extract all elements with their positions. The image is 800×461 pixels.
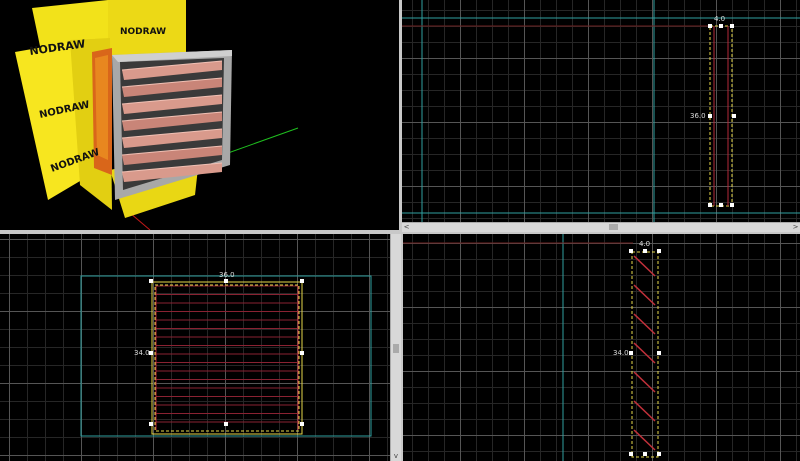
handle-tm[interactable] [224, 279, 228, 283]
scroll-right-arrow[interactable]: > [791, 223, 800, 232]
scroll-thumb[interactable] [393, 344, 399, 353]
top-height-label: 36.0 [690, 112, 706, 120]
slat-diagonal [633, 284, 656, 306]
handle-ml[interactable] [708, 114, 712, 118]
selection-outer [151, 281, 303, 435]
handle-tr[interactable] [657, 249, 661, 253]
top-width-label: 4.0 [714, 15, 726, 23]
slat-diagonal [633, 313, 656, 335]
orange-inner-light [95, 55, 108, 160]
handle-tl[interactable] [629, 249, 633, 253]
selection-inner [154, 284, 300, 432]
front-view-drawing [80, 275, 372, 437]
camera-3d-viewport[interactable]: NODRAW NODRAW NODRAW NODRAW [0, 0, 399, 230]
slat-diagonals [633, 255, 656, 451]
front-viewport-vscrollbar[interactable]: v [390, 234, 401, 461]
side-2d-viewport[interactable]: 4.0 34.0 [403, 234, 800, 461]
handle-mr[interactable] [732, 114, 736, 118]
slat-diagonal [633, 371, 656, 393]
side-height-label: 34.0 [613, 349, 629, 357]
side-view-drawing [403, 234, 659, 461]
top-view-drawing [402, 0, 800, 222]
scroll-down-arrow[interactable]: v [391, 452, 401, 461]
handle-tm[interactable] [719, 24, 723, 28]
handle-mr[interactable] [657, 351, 661, 355]
3d-scene: NODRAW NODRAW NODRAW NODRAW [15, 0, 299, 230]
handle-tm[interactable] [643, 249, 647, 253]
handle-tl[interactable] [149, 279, 153, 283]
handle-bl[interactable] [629, 452, 633, 456]
handle-ml[interactable] [629, 351, 633, 355]
scroll-thumb[interactable] [609, 224, 618, 230]
slat-diagonal [633, 342, 656, 364]
slat-diagonal [633, 429, 656, 451]
nodraw-text-4: NODRAW [120, 27, 166, 37]
handle-br[interactable] [657, 452, 661, 456]
handle-tl[interactable] [708, 24, 712, 28]
handle-bm[interactable] [643, 452, 647, 456]
handle-bm[interactable] [719, 203, 723, 207]
cyan-bounds [80, 275, 372, 437]
handle-bm[interactable] [224, 422, 228, 426]
handle-mr[interactable] [300, 351, 304, 355]
handle-tr[interactable] [300, 279, 304, 283]
top-viewport-hscrollbar[interactable]: < > [402, 222, 800, 232]
front-2d-viewport[interactable]: 36.0 34.0 [0, 234, 390, 461]
front-height-label: 34.0 [134, 349, 150, 357]
handle-br[interactable] [730, 203, 734, 207]
selection-outline [709, 25, 733, 207]
handle-ml[interactable] [149, 351, 153, 355]
slat-diagonal [633, 400, 656, 422]
handle-tr[interactable] [730, 24, 734, 28]
handle-bl[interactable] [149, 422, 153, 426]
top-2d-viewport[interactable]: 4.0 36.0 [402, 0, 800, 222]
handle-bl[interactable] [708, 203, 712, 207]
scroll-left-arrow[interactable]: < [402, 223, 411, 232]
slat-diagonal [633, 255, 656, 277]
handle-br[interactable] [300, 422, 304, 426]
side-width-label: 4.0 [639, 240, 651, 248]
front-width-label: 36.0 [219, 271, 235, 279]
brush-slat-lines [155, 285, 299, 430]
